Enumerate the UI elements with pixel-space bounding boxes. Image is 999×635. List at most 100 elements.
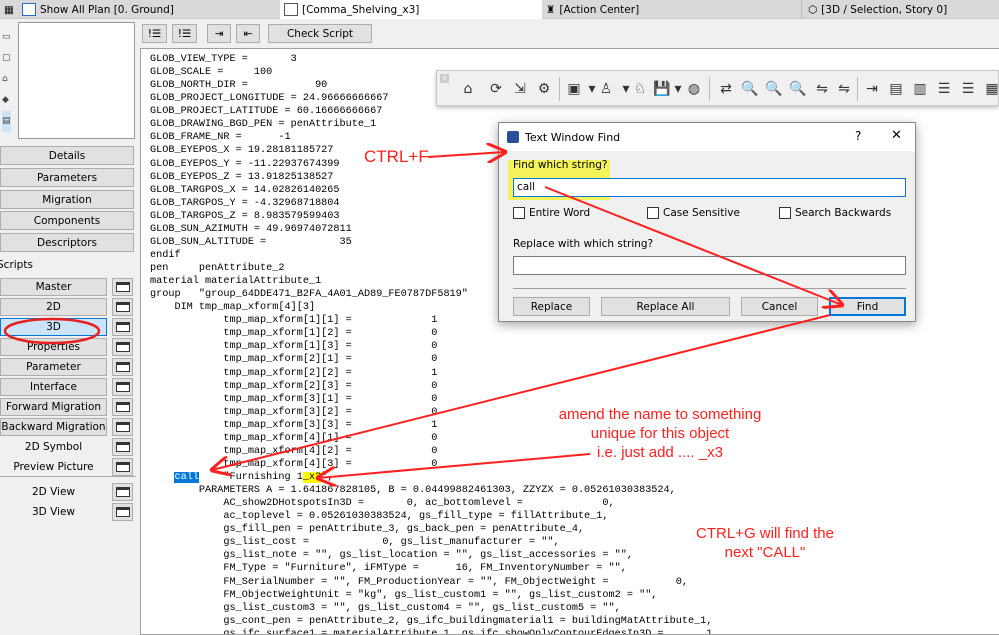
indent-right-icon[interactable]: ☰: [935, 81, 953, 97]
close-icon[interactable]: x: [440, 74, 449, 83]
divider: [513, 288, 906, 289]
find-next-icon[interactable]: 🔍: [789, 81, 807, 97]
script-button[interactable]: 2D: [0, 298, 107, 316]
open-window-button[interactable]: [112, 418, 133, 436]
find-prev-icon[interactable]: 🔍: [765, 81, 783, 97]
library-icon[interactable]: ⌂: [459, 81, 477, 97]
script-button[interactable]: Master: [0, 278, 107, 296]
open-window-button[interactable]: [112, 378, 133, 396]
open-window-button[interactable]: [112, 358, 133, 376]
descriptors-button[interactable]: Descriptors: [0, 233, 134, 252]
open-window-button[interactable]: [112, 483, 133, 501]
comment-button[interactable]: !☰: [142, 24, 167, 43]
view-button[interactable]: 2D View: [0, 483, 107, 501]
code-line: FM_ObjectWeightUnit = "kg", gs_list_cust…: [150, 589, 658, 601]
script-button[interactable]: 2D Symbol: [0, 438, 107, 456]
open-window-button[interactable]: [112, 338, 133, 356]
replace-all-button[interactable]: Replace All: [601, 297, 730, 316]
scripts-label: Scripts: [0, 259, 33, 271]
script-button[interactable]: Forward Migration: [0, 398, 107, 416]
details-button[interactable]: Details: [0, 146, 134, 165]
tab-gdl-object[interactable]: [Comma_Shelving_x3]: [280, 0, 542, 19]
view-button[interactable]: 3D View: [0, 503, 107, 521]
code-line: tmp_map_xform[2][1] = 0: [150, 354, 438, 366]
view-icon[interactable]: ▭: [2, 27, 11, 48]
code-line: gs_list_custom3 = "", gs_list_custom4 = …: [150, 602, 621, 614]
window-icon: [115, 402, 130, 412]
script-button[interactable]: Backward Migration: [0, 418, 107, 436]
indent-left-icon[interactable]: ☰: [959, 81, 977, 97]
uncomment-icon[interactable]: ▥: [911, 81, 929, 97]
replace-icon[interactable]: ⇋: [813, 81, 831, 97]
find-input[interactable]: call: [513, 178, 906, 197]
replace-input[interactable]: [513, 256, 906, 275]
code-line: gs_cont_pen = penAttribute_2, gs_ifc_bui…: [150, 615, 713, 627]
check-script-button[interactable]: Check Script: [268, 24, 372, 43]
close-button[interactable]: ✕: [891, 128, 902, 143]
import-object-icon[interactable]: ⇲: [511, 81, 529, 97]
code-line: ac_toplevel = 0.05261030383524, gs_fill_…: [150, 511, 609, 523]
place-object-icon[interactable]: ♘: [631, 81, 649, 97]
code-line: FM_Type = "Furniture", iFMType = 16, FM_…: [150, 563, 627, 575]
outdent-button[interactable]: ⇤: [236, 24, 260, 43]
reload-library-icon[interactable]: ⟳: [487, 81, 505, 97]
side-icon-strip: ▭ ▢ ⌂ ◆ ▤: [2, 27, 11, 132]
web-icon[interactable]: ◍: [685, 81, 703, 97]
search-backwards-checkbox[interactable]: Search Backwards: [779, 207, 891, 219]
find-icon[interactable]: 🔍: [741, 81, 759, 97]
window-icon: [115, 507, 130, 517]
help-button[interactable]: ?: [855, 129, 861, 143]
cube-icon[interactable]: ◆: [2, 90, 11, 111]
view-icon[interactable]: ⌂: [2, 69, 11, 90]
uncomment-button[interactable]: !☰: [172, 24, 197, 43]
code-line: gs_fill_pen = penAttribute_3, gs_back_pe…: [150, 524, 585, 536]
tab-overview-icon[interactable]: ▦: [0, 0, 16, 19]
checkbox-label: Case Sensitive: [663, 207, 740, 219]
script-button[interactable]: Preview Picture: [0, 458, 107, 476]
indent-icon[interactable]: ⇥: [863, 81, 881, 97]
view-icon[interactable]: ▢: [2, 48, 11, 69]
script-button[interactable]: Parameter: [0, 358, 107, 376]
indent-button[interactable]: ⇥: [207, 24, 231, 43]
open-window-button[interactable]: [112, 503, 133, 521]
open-window-button[interactable]: [112, 318, 133, 336]
code-line: GLOB_PROJECT_LATITUDE = 60.16666666667: [150, 106, 383, 118]
replace-button[interactable]: Replace: [513, 297, 590, 316]
open-window-button[interactable]: [112, 298, 133, 316]
object-settings-icon[interactable]: ⚙: [535, 81, 553, 97]
script-button[interactable]: Interface: [0, 378, 107, 396]
script-button[interactable]: Properties: [0, 338, 107, 356]
find-button[interactable]: Find: [829, 297, 906, 316]
archicad-icon: [507, 131, 519, 143]
open-window-button[interactable]: [112, 398, 133, 416]
components-button[interactable]: Components: [0, 211, 134, 230]
case-sensitive-checkbox[interactable]: Case Sensitive: [647, 207, 740, 219]
selected-call-keyword[interactable]: call: [174, 472, 199, 483]
parameters-button[interactable]: Parameters: [0, 168, 134, 187]
comment-icon[interactable]: ▤: [887, 81, 905, 97]
film-icon[interactable]: ▤: [2, 111, 11, 132]
migration-button[interactable]: Migration: [0, 190, 134, 209]
window-icon: [115, 342, 130, 352]
open-window-button[interactable]: [112, 438, 133, 456]
tab-floor-plan[interactable]: Show All Plan [0. Ground]: [18, 0, 278, 19]
tab-3d-view[interactable]: ⬡ [3D / Selection, Story 0]: [804, 0, 999, 19]
annotation-line: amend the name to something: [558, 406, 762, 423]
open-window-button[interactable]: [112, 278, 133, 296]
code-line: tmp_map_xform[1][3] = 0: [150, 341, 438, 353]
tab-action-center[interactable]: ♜ [Action Center]: [542, 0, 802, 19]
replace-all-icon[interactable]: ⇋: [835, 81, 853, 97]
tab-label: Show All Plan [0. Ground]: [40, 3, 174, 16]
open-window-button[interactable]: [112, 458, 133, 476]
window-icon: [115, 422, 130, 432]
cancel-button[interactable]: Cancel: [741, 297, 818, 316]
swap-text-icon[interactable]: ⇄: [717, 81, 735, 97]
chair-icon[interactable]: ♙: [597, 81, 615, 97]
window-icon: [115, 487, 130, 497]
code-text: "Furnishing 1: [198, 472, 303, 483]
guid-icon[interactable]: ▦: [983, 81, 999, 97]
script-button[interactable]: 3D: [0, 318, 107, 336]
object-icon[interactable]: ▣: [565, 81, 583, 97]
entire-word-checkbox[interactable]: Entire Word: [513, 207, 590, 219]
